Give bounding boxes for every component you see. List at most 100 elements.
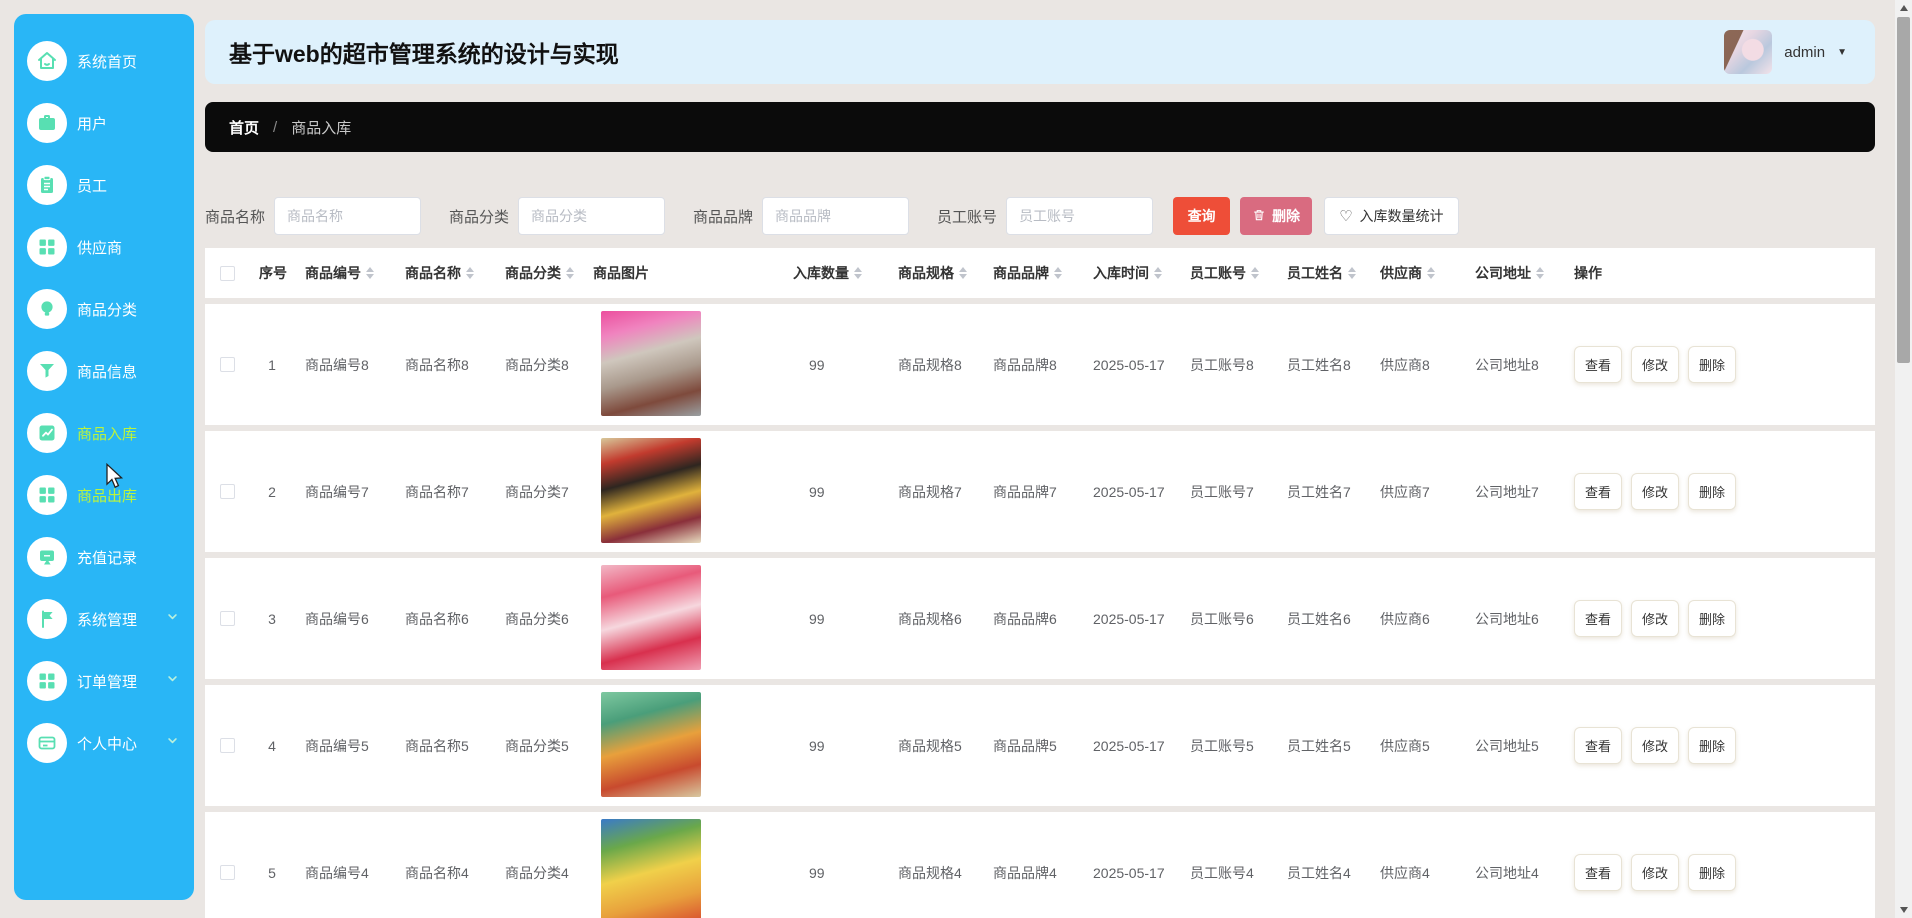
breadcrumb-home-link[interactable]: 首页 bbox=[229, 117, 259, 138]
cell-quantity: 99 bbox=[783, 738, 888, 754]
sidebar-item-label: 订单管理 bbox=[77, 671, 137, 692]
row-修改-button[interactable]: 修改 bbox=[1631, 600, 1679, 637]
cell-index: 4 bbox=[249, 738, 295, 754]
row-checkbox[interactable] bbox=[220, 738, 235, 753]
row-actions: 查看修改删除 bbox=[1564, 473, 1875, 510]
cell-quantity: 99 bbox=[783, 611, 888, 627]
row-查看-button[interactable]: 查看 bbox=[1574, 854, 1622, 891]
scrollbar-thumb[interactable] bbox=[1897, 17, 1910, 363]
cell-account: 员工账号6 bbox=[1180, 609, 1277, 629]
sidebar-item-充值记录[interactable]: 充值记录 bbox=[14, 526, 194, 588]
breadcrumb-separator: / bbox=[273, 119, 277, 136]
product-image bbox=[601, 438, 701, 543]
column-header-商品品牌[interactable]: 商品品牌 bbox=[983, 263, 1083, 283]
product-image bbox=[601, 311, 701, 416]
sidebar-item-系统首页[interactable]: 系统首页 bbox=[14, 30, 194, 92]
scrollbar-up-arrow[interactable] bbox=[1895, 0, 1912, 16]
column-header-商品名称[interactable]: 商品名称 bbox=[395, 263, 495, 283]
sort-carets-icon[interactable] bbox=[466, 267, 474, 279]
column-header-员工账号[interactable]: 员工账号 bbox=[1180, 263, 1277, 283]
row-删除-button[interactable]: 删除 bbox=[1688, 473, 1736, 510]
cell-address: 公司地址7 bbox=[1465, 482, 1564, 502]
search-button[interactable]: 查询 bbox=[1173, 197, 1230, 235]
filter-input-商品名称[interactable] bbox=[274, 197, 421, 235]
row-修改-button[interactable]: 修改 bbox=[1631, 854, 1679, 891]
select-all-checkbox[interactable] bbox=[220, 266, 235, 281]
sort-carets-icon[interactable] bbox=[959, 267, 967, 279]
row-checkbox[interactable] bbox=[220, 865, 235, 880]
sort-carets-icon[interactable] bbox=[566, 267, 574, 279]
sidebar-item-个人中心[interactable]: 个人中心 bbox=[14, 712, 194, 774]
row-删除-button[interactable]: 删除 bbox=[1688, 727, 1736, 764]
mouse-cursor bbox=[100, 462, 128, 490]
column-header-商品图片: 商品图片 bbox=[583, 263, 783, 283]
column-header-操作: 操作 bbox=[1564, 263, 1875, 283]
column-header-公司地址[interactable]: 公司地址 bbox=[1465, 263, 1564, 283]
cell-brand: 商品品牌5 bbox=[983, 736, 1083, 756]
cell-brand: 商品品牌6 bbox=[983, 609, 1083, 629]
column-header-商品编号[interactable]: 商品编号 bbox=[295, 263, 395, 283]
sidebar-item-订单管理[interactable]: 订单管理 bbox=[14, 650, 194, 712]
cell-brand: 商品品牌7 bbox=[983, 482, 1083, 502]
filter-input-商品品牌[interactable] bbox=[762, 197, 909, 235]
filter-input-商品分类[interactable] bbox=[518, 197, 665, 235]
sidebar-item-员工[interactable]: 员工 bbox=[14, 154, 194, 216]
row-删除-button[interactable]: 删除 bbox=[1688, 346, 1736, 383]
row-修改-button[interactable]: 修改 bbox=[1631, 727, 1679, 764]
table-row: 1商品编号8商品名称8商品分类899商品规格8商品品牌82025-05-17员工… bbox=[205, 304, 1875, 425]
cell-category: 商品分类6 bbox=[495, 609, 583, 629]
row-修改-button[interactable]: 修改 bbox=[1631, 346, 1679, 383]
sort-carets-icon[interactable] bbox=[1348, 267, 1356, 279]
filter-input-员工账号[interactable] bbox=[1006, 197, 1153, 235]
sidebar: 系统首页用户员工供应商商品分类商品信息商品入库商品出库充值记录系统管理订单管理个… bbox=[14, 14, 194, 900]
row-查看-button[interactable]: 查看 bbox=[1574, 727, 1622, 764]
column-header-员工姓名[interactable]: 员工姓名 bbox=[1277, 263, 1370, 283]
row-删除-button[interactable]: 删除 bbox=[1688, 600, 1736, 637]
row-修改-button[interactable]: 修改 bbox=[1631, 473, 1679, 510]
sort-carets-icon[interactable] bbox=[366, 267, 374, 279]
sort-carets-icon[interactable] bbox=[1054, 267, 1062, 279]
sort-carets-icon[interactable] bbox=[1427, 267, 1435, 279]
column-header-入库时间[interactable]: 入库时间 bbox=[1083, 263, 1180, 283]
user-menu[interactable]: admin ▼ bbox=[1724, 30, 1847, 74]
sort-carets-icon[interactable] bbox=[854, 267, 862, 279]
column-header-商品分类[interactable]: 商品分类 bbox=[495, 263, 583, 283]
sidebar-item-label: 个人中心 bbox=[77, 733, 137, 754]
vertical-scrollbar[interactable] bbox=[1895, 0, 1912, 918]
row-checkbox[interactable] bbox=[220, 484, 235, 499]
column-header-入库数量[interactable]: 入库数量 bbox=[783, 263, 888, 283]
row-删除-button[interactable]: 删除 bbox=[1688, 854, 1736, 891]
cell-address: 公司地址4 bbox=[1465, 863, 1564, 883]
stock-stats-button[interactable]: ♡ 入库数量统计 bbox=[1324, 197, 1458, 235]
scrollbar-down-arrow[interactable] bbox=[1895, 902, 1912, 918]
breadcrumb: 首页 / 商品入库 bbox=[205, 102, 1875, 152]
cell-spec: 商品规格7 bbox=[888, 482, 983, 502]
row-查看-button[interactable]: 查看 bbox=[1574, 600, 1622, 637]
sidebar-item-商品分类[interactable]: 商品分类 bbox=[14, 278, 194, 340]
sort-carets-icon[interactable] bbox=[1251, 267, 1259, 279]
sidebar-item-商品信息[interactable]: 商品信息 bbox=[14, 340, 194, 402]
column-header-供应商[interactable]: 供应商 bbox=[1370, 263, 1465, 283]
sidebar-item-系统管理[interactable]: 系统管理 bbox=[14, 588, 194, 650]
cell-supplier: 供应商6 bbox=[1370, 609, 1465, 629]
sidebar-item-供应商[interactable]: 供应商 bbox=[14, 216, 194, 278]
sort-carets-icon[interactable] bbox=[1154, 267, 1162, 279]
row-checkbox[interactable] bbox=[220, 357, 235, 372]
sidebar-item-用户[interactable]: 用户 bbox=[14, 92, 194, 154]
row-checkbox[interactable] bbox=[220, 611, 235, 626]
cell-employee-name: 员工姓名5 bbox=[1277, 736, 1370, 756]
sort-carets-icon[interactable] bbox=[1536, 267, 1544, 279]
cell-quantity: 99 bbox=[783, 865, 888, 881]
chevron-down-icon bbox=[165, 733, 180, 753]
product-image bbox=[601, 692, 701, 797]
column-header-商品规格[interactable]: 商品规格 bbox=[888, 263, 983, 283]
delete-button[interactable]: 删除 bbox=[1240, 197, 1312, 235]
row-查看-button[interactable]: 查看 bbox=[1574, 473, 1622, 510]
cell-time: 2025-05-17 bbox=[1083, 738, 1180, 754]
cell-address: 公司地址8 bbox=[1465, 355, 1564, 375]
cell-index: 5 bbox=[249, 865, 295, 881]
sidebar-item-商品入库[interactable]: 商品入库 bbox=[14, 402, 194, 464]
row-查看-button[interactable]: 查看 bbox=[1574, 346, 1622, 383]
user-avatar[interactable] bbox=[1724, 30, 1772, 74]
trash-icon bbox=[1252, 208, 1266, 225]
